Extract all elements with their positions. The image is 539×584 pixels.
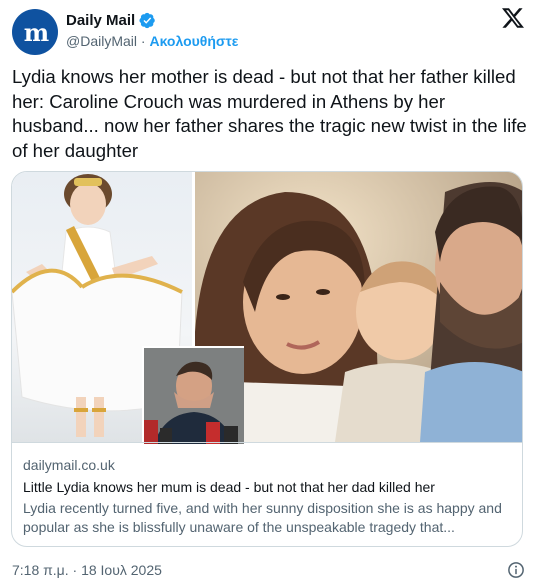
tweet-header: m Daily Mail @DailyMail · Ακολουθήστε	[12, 6, 527, 56]
author-name[interactable]: Daily Mail	[66, 12, 135, 29]
photo-man-inset	[142, 346, 244, 444]
photo-family	[195, 172, 522, 442]
follow-button[interactable]: Ακολουθήστε	[149, 33, 238, 49]
card-media[interactable]	[12, 172, 522, 444]
card-title[interactable]: Little Lydia knows her mum is dead - but…	[23, 479, 435, 495]
card-domain: dailymail.co.uk	[23, 457, 115, 473]
link-card[interactable]: dailymail.co.uk Little Lydia knows her m…	[11, 171, 523, 547]
tweet-text: Lydia knows her mother is dead - but not…	[12, 66, 527, 161]
separator-dot: ·	[140, 33, 146, 49]
card-body[interactable]: dailymail.co.uk Little Lydia knows her m…	[12, 442, 522, 546]
author-name-row: Daily Mail	[66, 12, 156, 29]
author-handle[interactable]: @DailyMail	[66, 33, 137, 49]
info-icon[interactable]	[507, 561, 525, 579]
x-logo-icon[interactable]	[501, 6, 525, 30]
handle-row: @DailyMail · Ακολουθήστε	[66, 33, 238, 49]
card-description: Lydia recently turned five, and with her…	[23, 500, 502, 535]
family-illustration	[195, 172, 522, 442]
avatar[interactable]: m	[12, 9, 58, 55]
inset-illustration	[144, 348, 244, 444]
tweet-timestamp[interactable]: 7:18 π.μ. · 18 Ιουλ 2025	[12, 562, 162, 578]
verified-badge-icon	[139, 12, 155, 29]
